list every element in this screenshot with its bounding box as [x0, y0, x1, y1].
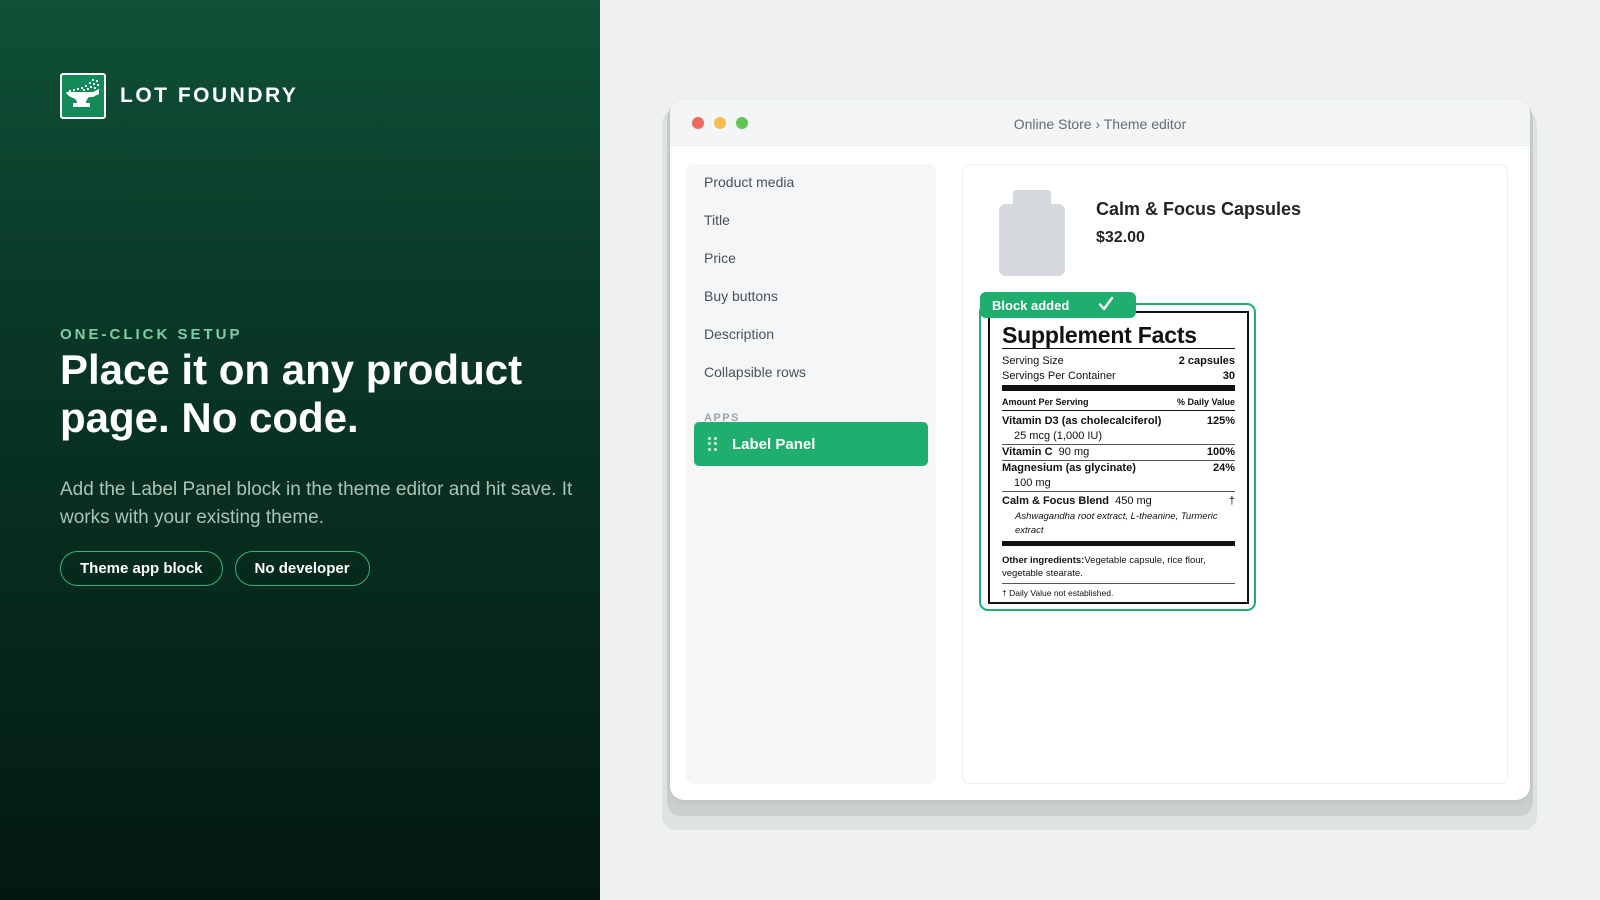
- nutrient-row: Calm & Focus Blend 450 mg †: [1002, 494, 1235, 509]
- supplement-facts-label: Supplement Facts Serving Size 2 capsules…: [988, 311, 1249, 604]
- product-preview: Calm & Focus Capsules $32.00 Block added…: [962, 164, 1508, 784]
- sidebar-item-product-media[interactable]: Product media: [704, 174, 794, 190]
- label-title: Supplement Facts: [1002, 323, 1235, 349]
- sidebar-item-collapsible-rows[interactable]: Collapsible rows: [704, 364, 806, 380]
- sidebar-item-description[interactable]: Description: [704, 326, 774, 342]
- editor-sidebar: Product media Title Price Buy buttons De…: [686, 164, 936, 784]
- other-ingredients-label: Other ingredients:: [1002, 555, 1085, 566]
- nutrient-dv: 100%: [1206, 446, 1235, 458]
- nutrient-amount: 100 mg: [1002, 476, 1235, 492]
- label-footnote: † Daily Value not established.: [1002, 588, 1114, 598]
- headline: Place it on any product page. No code.: [60, 346, 523, 441]
- serving-size-row: Serving Size 2 capsules: [1002, 354, 1235, 369]
- serving-size-value: 2 capsules: [1178, 355, 1235, 367]
- serving-size-label: Serving Size: [1002, 355, 1064, 367]
- nutrient-dv: †: [1228, 495, 1235, 507]
- brand-name: LOT FOUNDRY: [120, 84, 299, 107]
- sidebar-item-label-panel[interactable]: Label Panel: [694, 422, 928, 466]
- nutrient-name: Vitamin D3 (as cholecalciferol): [1002, 415, 1162, 427]
- servings-row: Servings Per Container 30: [1002, 369, 1235, 384]
- sidebar-item-buy-buttons[interactable]: Buy buttons: [704, 288, 778, 304]
- nutrient-amount: 25 mcg (1,000 IU): [1002, 429, 1235, 445]
- blend-ingredients: Ashwagandha root extract, L-theanine, Tu…: [1015, 511, 1218, 536]
- breadcrumb: Online Store › Theme editor: [1013, 116, 1187, 132]
- nutrient-row: Magnesium (as glycinate) 24%: [1002, 461, 1235, 476]
- window-titlebar: Online Store › Theme editor: [670, 100, 1530, 146]
- nutrient-name: Vitamin C: [1002, 446, 1053, 458]
- nutrient-dv: 125%: [1206, 415, 1235, 427]
- theme-editor-window: Online Store › Theme editor Product medi…: [670, 100, 1530, 800]
- anvil-logo-icon: [60, 73, 106, 119]
- nutrient-amount: 450 mg: [1115, 495, 1152, 507]
- other-ingredients: Other ingredients:Vegetable capsule, ric…: [1002, 554, 1235, 584]
- nutrient-amount: 90 mg: [1058, 446, 1090, 458]
- block-added-text: Block added: [992, 297, 1070, 313]
- label-divider-thick: [1002, 541, 1235, 546]
- block-added-badge: Block added: [980, 292, 1136, 318]
- sidebar-item-label: Label Panel: [732, 435, 816, 453]
- amount-header: Amount Per Serving: [1002, 397, 1089, 407]
- eyebrow: ONE-CLICK SETUP: [60, 326, 243, 343]
- nutrient-row: Vitamin D3 (as cholecalciferol) 125%: [1002, 414, 1235, 429]
- pill-no-developer: No developer: [234, 551, 370, 586]
- feature-pills: Theme app block No developer: [60, 551, 370, 586]
- sidebar-item-title[interactable]: Title: [704, 212, 730, 228]
- product-bottle-icon: [999, 204, 1065, 276]
- hero-panel: LOT FOUNDRY ONE-CLICK SETUP Place it on …: [0, 0, 600, 900]
- nutrient-dv: 24%: [1212, 462, 1235, 474]
- servings-label: Servings Per Container: [1002, 370, 1116, 382]
- product-price: $32.00: [1096, 229, 1145, 246]
- drag-handle-icon[interactable]: [708, 437, 718, 451]
- checkmark-icon: [1098, 296, 1114, 311]
- nutrient-name: Calm & Focus Blend: [1002, 495, 1109, 507]
- pill-theme-app-block: Theme app block: [60, 551, 223, 586]
- servings-value: 30: [1222, 370, 1235, 382]
- label-column-header: Amount Per Serving % Daily Value: [1002, 396, 1235, 411]
- nutrient-row: Vitamin C 90 mg 100%: [1002, 445, 1235, 461]
- hero-subtitle: Add the Label Panel block in the theme e…: [60, 479, 573, 528]
- brand: LOT FOUNDRY: [60, 73, 298, 119]
- nutrient-name: Magnesium (as glycinate): [1002, 462, 1136, 474]
- dv-header: % Daily Value: [1176, 397, 1235, 407]
- product-title: Calm & Focus Capsules: [1096, 199, 1302, 219]
- label-divider-thick: [1002, 385, 1235, 391]
- sidebar-item-price[interactable]: Price: [704, 250, 736, 266]
